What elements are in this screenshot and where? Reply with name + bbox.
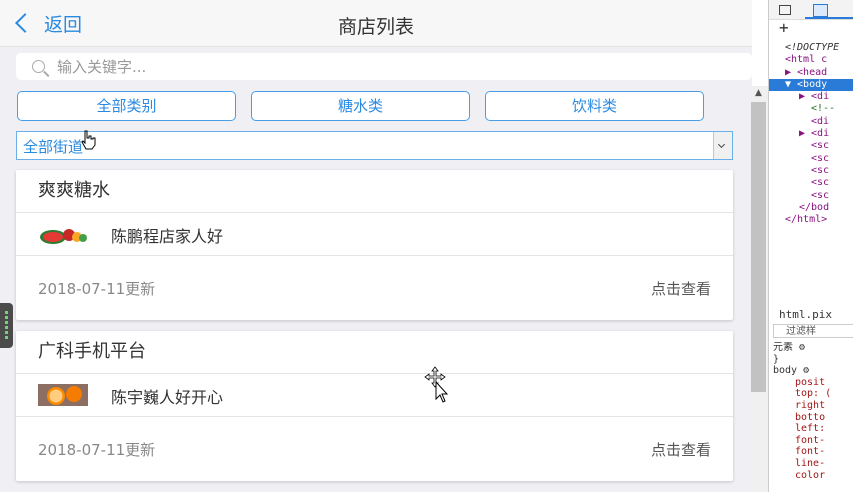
category-all-button[interactable]: 全部类别 (17, 91, 236, 121)
shop-name: 陈宇巍人好开心 (111, 388, 224, 407)
search-icon (32, 60, 45, 73)
page-title: 商店列表 (337, 16, 414, 38)
style-rule: body ⚙ (773, 365, 810, 377)
devtools-toolbar (769, 0, 853, 20)
style-property[interactable]: color (773, 470, 853, 482)
dom-node[interactable]: <sc (769, 177, 853, 189)
view-details-link[interactable]: 点击查看 (651, 439, 711, 460)
styles-pane: 元素 ⚙ } body ⚙ posit top: ( right botto l… (773, 342, 853, 481)
style-property[interactable]: right (773, 400, 853, 412)
app-view: 返回 商店列表 全部类别 糖水类 饮料类 全部街道 爽爽糖水 陈鹏程店家人好 2… (0, 0, 752, 492)
scroll-up-icon[interactable]: ▲ (749, 86, 768, 100)
dom-node[interactable]: <sc (769, 190, 853, 202)
hand-cursor-icon (81, 130, 96, 150)
dom-node[interactable]: ▶ <head (769, 67, 853, 79)
dom-node[interactable]: </html> (769, 214, 853, 226)
dom-node[interactable]: ▶ <di (769, 128, 853, 140)
dom-node[interactable]: </bod (769, 202, 853, 214)
dom-node[interactable]: <html c (769, 54, 853, 66)
category-sweet-soup-button[interactable]: 糖水类 (251, 91, 470, 121)
add-icon[interactable]: + (779, 20, 789, 36)
shop-card-title: 爽爽糖水 (16, 170, 733, 213)
dom-node-selected[interactable]: ▼ <body (769, 78, 853, 92)
dom-node[interactable]: <sc (769, 153, 853, 165)
dom-node[interactable]: <sc (769, 140, 853, 152)
style-property[interactable]: line- (773, 458, 853, 470)
dom-node[interactable]: <!-- (769, 103, 853, 115)
view-details-link[interactable]: 点击查看 (651, 278, 711, 299)
dom-node[interactable]: <sc (769, 165, 853, 177)
shop-card-footer: 2018-07-11更新 点击查看 (16, 417, 733, 481)
devtools-panel: + <!DOCTYPE <html c ▶ <head ▼ <body ▶ <d… (768, 0, 853, 492)
watermelon-thumbnail (40, 229, 87, 244)
shop-card-row: 陈鹏程店家人好 (16, 213, 733, 256)
orange-thumbnail (38, 384, 88, 406)
dom-tree: <!DOCTYPE <html c ▶ <head ▼ <body ▶ <di … (769, 42, 853, 226)
style-property[interactable]: font- (773, 446, 853, 458)
style-rule: } (773, 353, 780, 365)
header-bar: 返回 商店列表 (0, 0, 752, 47)
style-property[interactable]: left: (773, 423, 853, 435)
move-cursor-icon (424, 366, 449, 403)
inspect-icon[interactable] (779, 5, 791, 15)
shop-card: 爽爽糖水 陈鹏程店家人好 2018-07-11更新 点击查看 (16, 170, 733, 320)
dom-node[interactable]: <di (769, 116, 853, 128)
street-select[interactable]: 全部街道 (16, 131, 733, 160)
category-drinks-button[interactable]: 饮料类 (485, 91, 704, 121)
shop-name: 陈鹏程店家人好 (111, 227, 224, 246)
style-property[interactable]: font- (773, 435, 853, 447)
updated-date: 2018-07-11更新 (38, 280, 156, 298)
side-handle[interactable] (0, 303, 13, 348)
dom-node[interactable]: ▶ <di (769, 91, 853, 103)
scrollbar-thumb[interactable] (751, 102, 766, 392)
device-toolbar-icon[interactable] (813, 4, 828, 17)
devtools-breadcrumb[interactable]: html.pix (779, 308, 832, 321)
vertical-scrollbar[interactable]: ▲ (749, 86, 768, 492)
updated-date: 2018-07-11更新 (38, 441, 156, 459)
shop-card-footer: 2018-07-11更新 点击查看 (16, 256, 733, 320)
search-bar[interactable] (16, 53, 752, 80)
shop-card: 广科手机平台 陈宇巍人好开心 2018-07-11更新 点击查看 (16, 331, 733, 481)
dom-node[interactable]: <!DOCTYPE (769, 42, 853, 54)
styles-filter-input[interactable]: 过滤样 (773, 324, 853, 338)
style-property[interactable]: top: ( (773, 388, 853, 400)
search-input[interactable] (55, 56, 709, 77)
style-rule: 元素 ⚙ (773, 342, 806, 353)
shop-card-title: 广科手机平台 (16, 331, 733, 374)
devtools-active-tab-indicator (805, 17, 853, 19)
street-select-value: 全部街道 (23, 138, 84, 156)
style-property[interactable]: posit (773, 377, 853, 389)
chevron-down-icon[interactable] (713, 132, 732, 159)
shop-card-row: 陈宇巍人好开心 (16, 374, 733, 417)
style-property[interactable]: botto (773, 412, 853, 424)
